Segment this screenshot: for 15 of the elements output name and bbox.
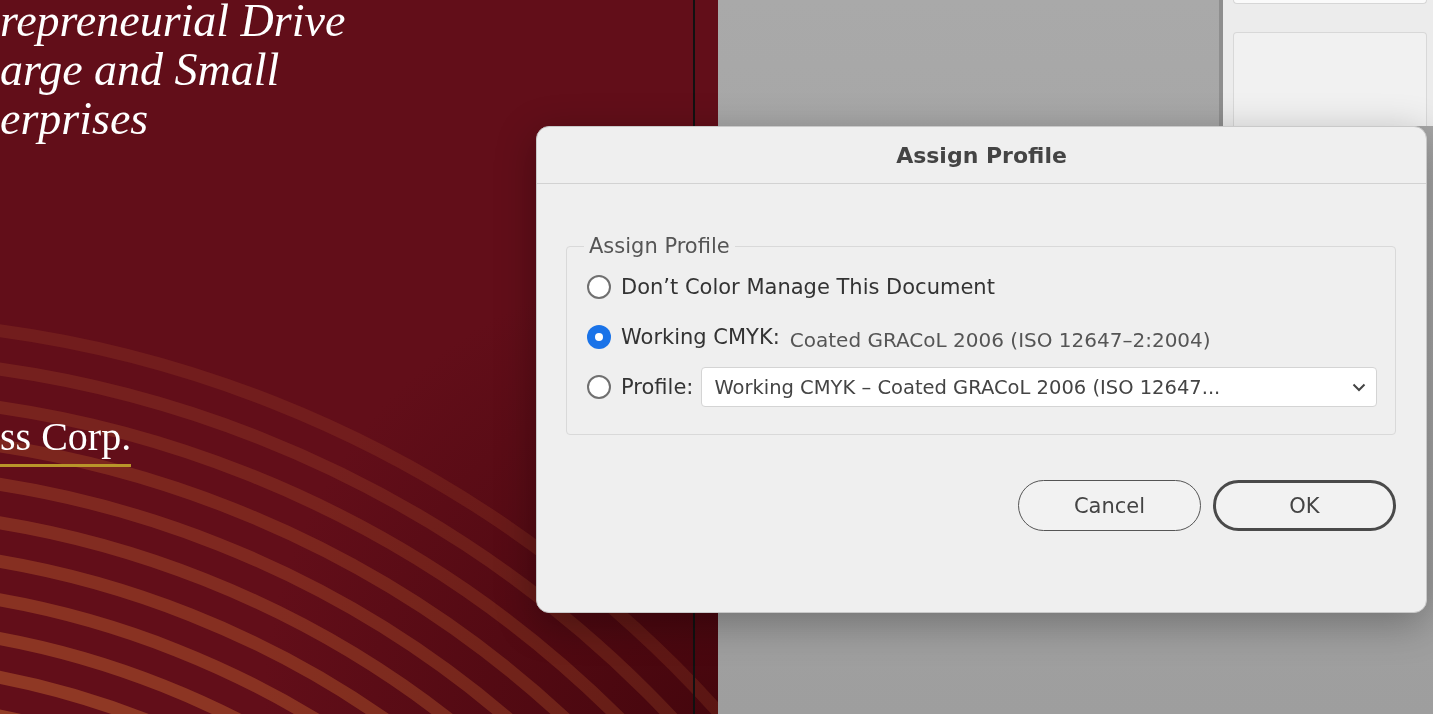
profile-dropdown[interactable]: Working CMYK – Coated GRACoL 2006 (ISO 12647...: [701, 367, 1377, 407]
profile-value: Coated GRACoL 2006 (ISO 12647–2:2004): [789, 328, 1211, 352]
headline-text: repreneurial Drive arge and Small erprises: [0, 0, 346, 143]
default-button[interactable]: OK: [1213, 480, 1396, 531]
option-label[interactable]: Profile:: [621, 375, 694, 399]
radio-button[interactable]: [587, 375, 611, 399]
radio-button[interactable]: [587, 325, 611, 349]
chevron-down-icon: [1352, 382, 1366, 392]
radio-button[interactable]: [587, 275, 611, 299]
dialog-title: Assign Profile: [896, 142, 1067, 168]
option-label[interactable]: Don’t Color Manage This Document: [621, 275, 995, 299]
company-name: ss Corp.: [0, 413, 132, 467]
group-title: Assign Profile: [588, 234, 731, 258]
dialog-button[interactable]: Cancel: [1018, 480, 1201, 531]
option-label[interactable]: Working CMYK:: [621, 325, 780, 349]
